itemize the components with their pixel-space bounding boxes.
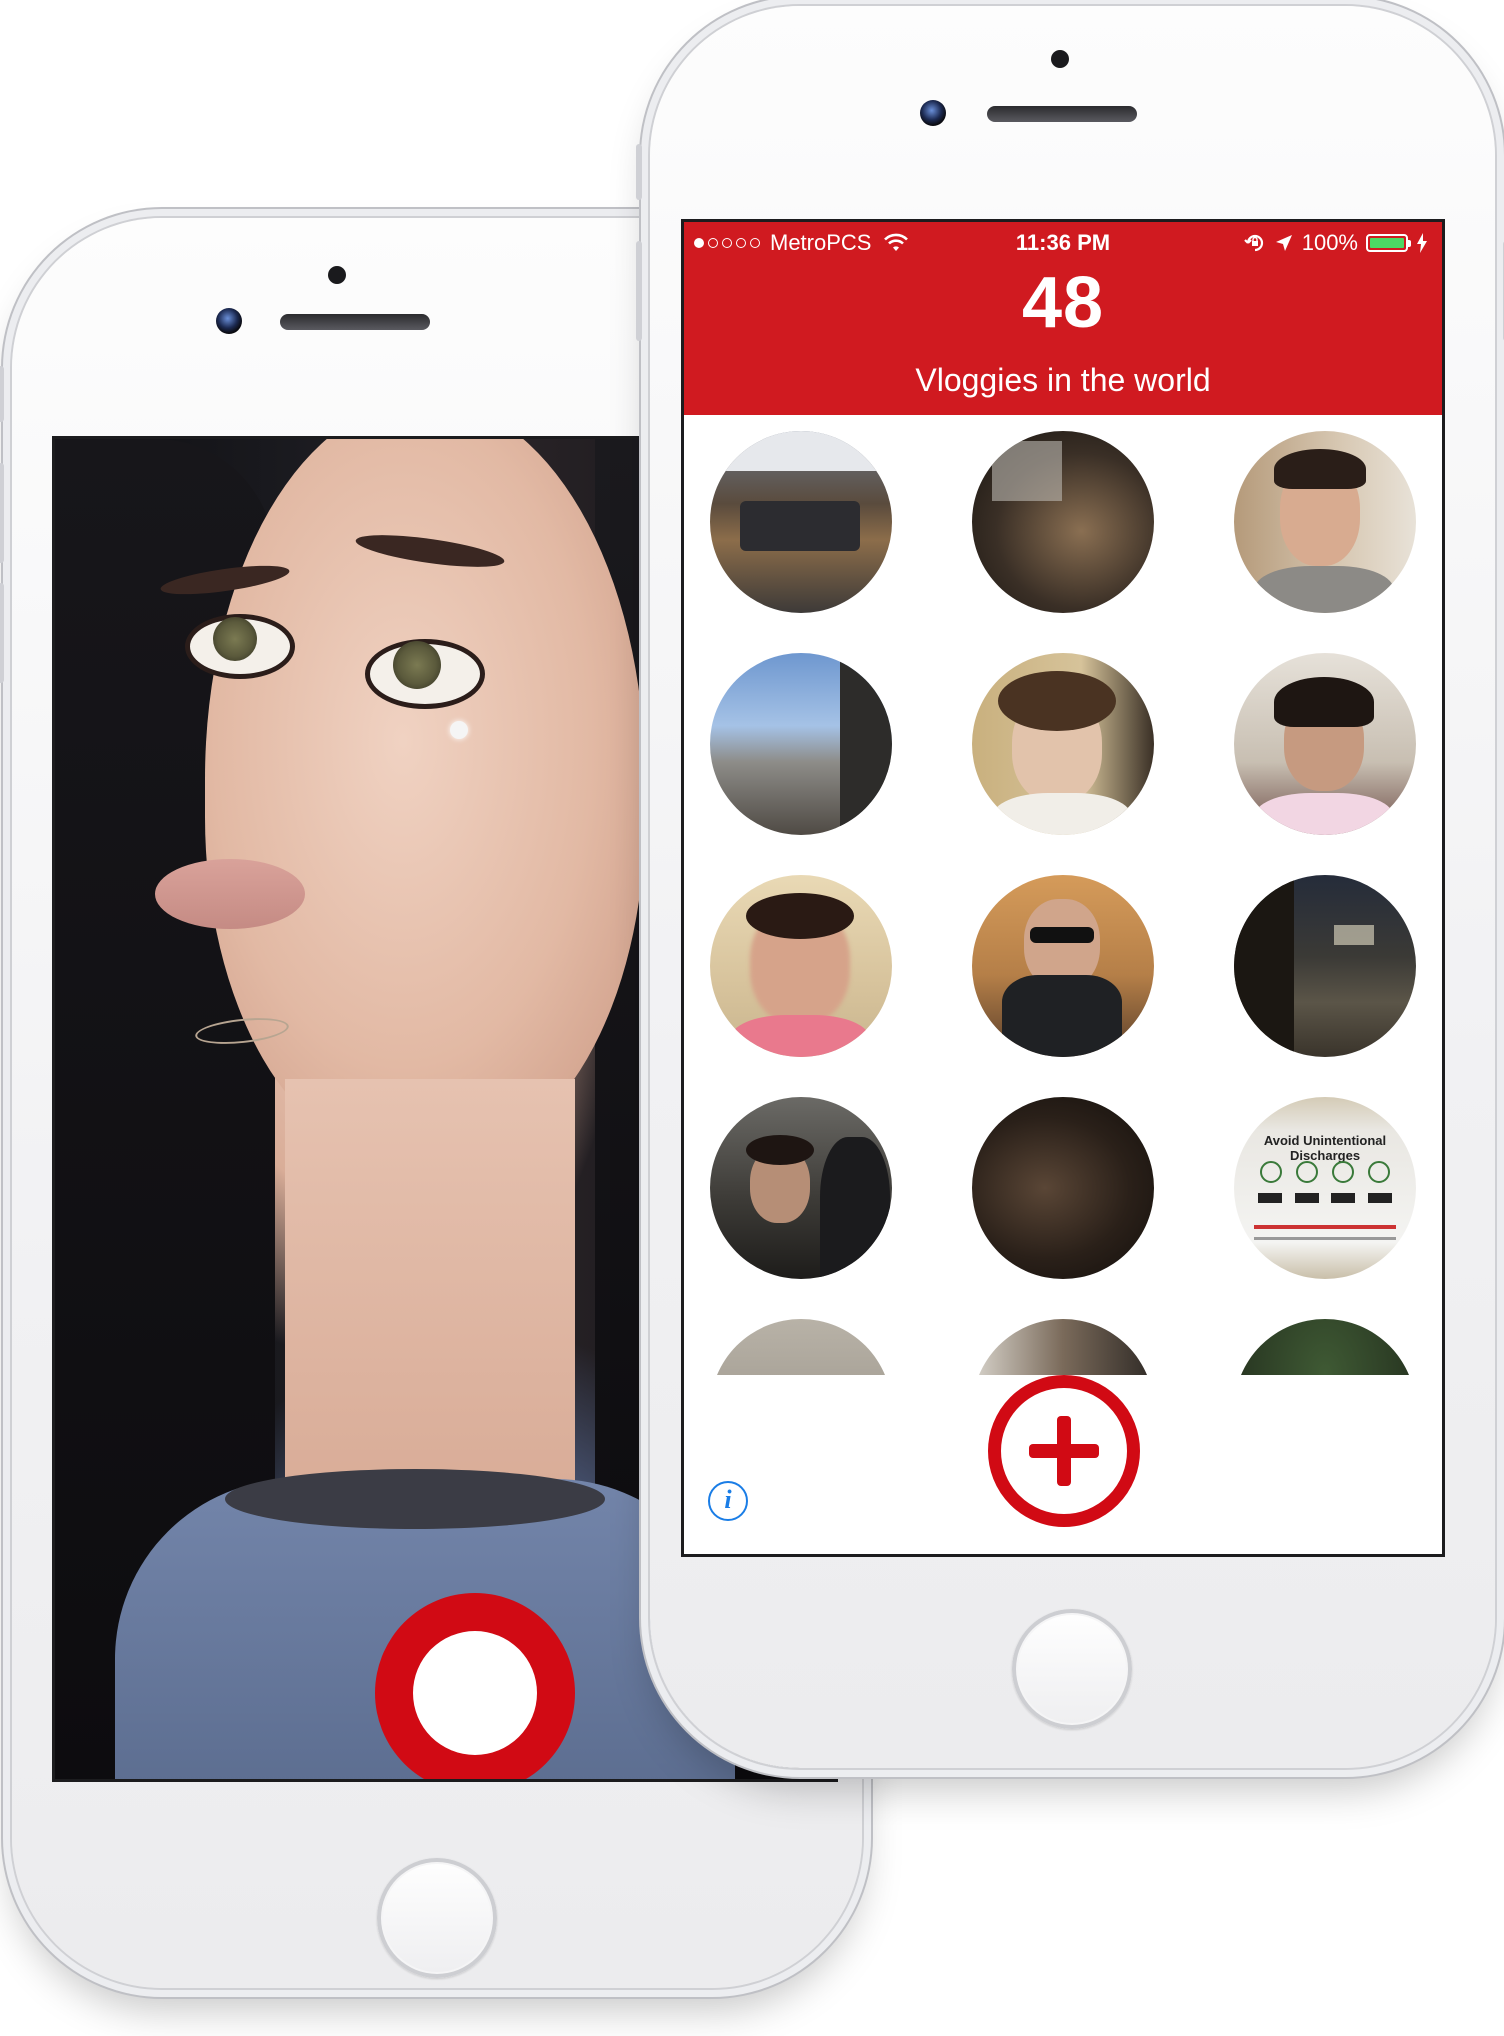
- volume-down-button: [0, 583, 4, 683]
- info-button[interactable]: i: [708, 1481, 748, 1521]
- home-button[interactable]: [1012, 1609, 1132, 1729]
- record-button[interactable]: [375, 1593, 575, 1779]
- thumbnail-safety-poster[interactable]: Avoid Unintentional Discharges: [1234, 1097, 1416, 1279]
- volume-up-button: [0, 463, 4, 563]
- vloggie-count: 48: [1021, 263, 1105, 343]
- earpiece-speaker: [280, 314, 430, 330]
- charging-bolt-icon: [1417, 233, 1427, 253]
- proximity-sensor: [1051, 50, 1069, 68]
- thumbnail-dark-motion-blur[interactable]: [972, 1097, 1154, 1279]
- header-subtitle: Vloggies in the world: [915, 362, 1211, 398]
- battery-percent: 100%: [1301, 230, 1358, 255]
- mute-switch: [0, 366, 4, 422]
- front-camera: [920, 100, 946, 126]
- status-right: 100%: [1243, 230, 1428, 256]
- record-icon: [413, 1631, 537, 1755]
- thumbnail-guy-in-crowd[interactable]: [710, 1097, 892, 1279]
- proximity-sensor: [328, 266, 346, 284]
- poster-title: Avoid Unintentional Discharges: [1263, 1133, 1387, 1163]
- thumbnail-girl-on-couch[interactable]: [1234, 653, 1416, 835]
- thumbnail-office-room[interactable]: [710, 431, 892, 613]
- thumbnail-blurry-face-pink-shirt[interactable]: [710, 875, 892, 1057]
- thumbnail-man-sunglasses-hoodie[interactable]: [972, 875, 1154, 1057]
- thumbnail-young-man-portrait[interactable]: [1234, 431, 1416, 613]
- front-camera: [216, 308, 242, 334]
- right-phone: MetroPCS 11:36 PM 100% 48 Vloggies in th…: [636, 6, 1504, 1768]
- thumbnail-curly-hair-teen[interactable]: [972, 653, 1154, 835]
- thumbnail-partial-gray[interactable]: [710, 1319, 892, 1375]
- plus-icon-vertical: [1057, 1416, 1071, 1486]
- location-arrow-icon: [1275, 235, 1292, 251]
- rotation-lock-icon: [1243, 234, 1263, 252]
- app-screen: MetroPCS 11:36 PM 100% 48 Vloggies in th…: [681, 219, 1445, 1557]
- thumbnail-street-at-night[interactable]: [1234, 875, 1416, 1057]
- bottom-bar: i: [684, 1375, 1442, 1554]
- thumbnail-city-window-view[interactable]: [710, 653, 892, 835]
- battery-icon: [1366, 234, 1411, 252]
- earpiece-speaker: [987, 106, 1137, 122]
- app-header: MetroPCS 11:36 PM 100% 48 Vloggies in th…: [684, 222, 1442, 415]
- status-bar: MetroPCS 11:36 PM 100%: [684, 222, 1442, 258]
- thumbnail-partial-tree[interactable]: [1234, 1319, 1416, 1375]
- vloggie-grid: Avoid Unintentional Discharges: [684, 415, 1442, 1375]
- volume-up-button: [636, 241, 642, 341]
- mute-switch: [636, 144, 642, 200]
- home-button[interactable]: [377, 1858, 497, 1978]
- thumbnail-partial-room[interactable]: [972, 1319, 1154, 1375]
- thumbnail-dark-desk[interactable]: [972, 431, 1154, 613]
- add-vloggie-button[interactable]: [988, 1375, 1140, 1527]
